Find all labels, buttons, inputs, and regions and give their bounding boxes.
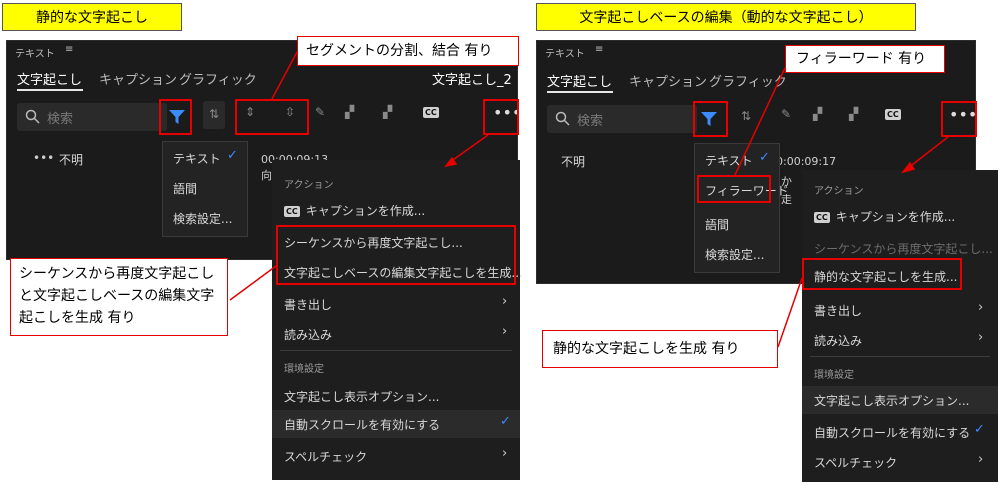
callout-connectors	[229, 51, 949, 348]
